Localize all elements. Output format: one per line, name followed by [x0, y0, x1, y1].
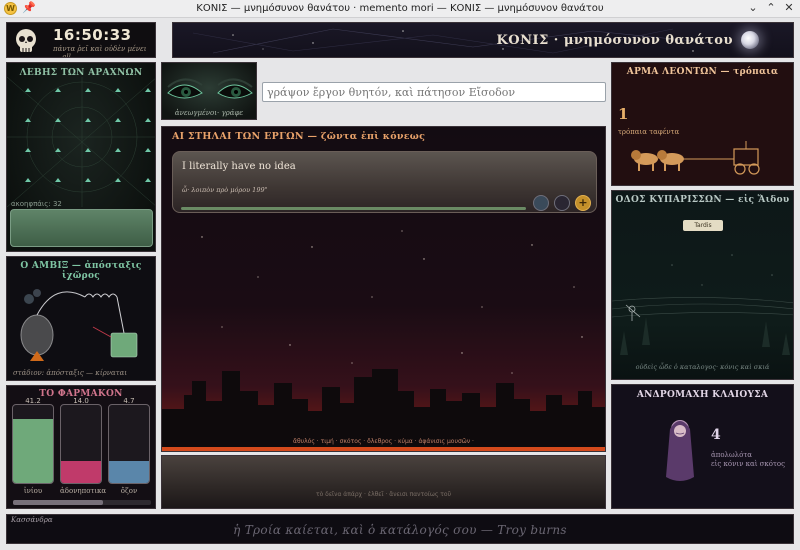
- chevron-down-icon[interactable]: ⌄: [746, 1, 760, 15]
- lost-sublabel: εἰς κόνιν καὶ σκότος: [711, 460, 786, 468]
- chevron-up-icon[interactable]: ⌃: [764, 1, 778, 15]
- eyes-panel: ἀνεωγμένοι· γράφε: [161, 62, 257, 120]
- cauldron-liquid[interactable]: [10, 209, 153, 247]
- hodos-caption: οὐδεὶς ὧδε ὁ καταλογος· κόνις καὶ σκιά: [635, 363, 770, 371]
- stele-meta: ὦ· λοιπὸν πρὸ μόρου 199": [182, 186, 268, 194]
- add-button[interactable]: +: [575, 195, 591, 211]
- vial[interactable]: [12, 404, 54, 484]
- arma-title: ΑΡΜΑ ΛΕΟΝΤΩΝ — τρόπαια: [626, 67, 779, 77]
- clock-time: 16:50:33: [53, 26, 132, 44]
- vial-fill: [61, 460, 101, 483]
- eye-icon: [167, 78, 253, 99]
- spider-count-label: ακοηφπάις: 32: [11, 200, 62, 208]
- window-titlebar: W 📌 ΚΟΝΙΣ — μνημόσυνον θανάτου · memento…: [0, 0, 800, 18]
- stelai-panel: ΑΙ ΣΤΗΛΑΙ ΤΩΝ ΕΡΓΩΝ — ζῶντα ἐπὶ κόνεως I…: [161, 126, 606, 452]
- trophy-label: τρόπαια ταφέντα: [618, 128, 680, 136]
- alembic-illustration: [20, 289, 138, 361]
- moon-icon: [741, 31, 759, 49]
- arma-panel: ΑΡΜΑ ΛΕΟΝΤΩΝ — τρόπαια 1 τρόπαια ταφέντα: [611, 62, 794, 186]
- skull-icon: [16, 29, 36, 52]
- ambix-stage-caption: στάδιον: ἀπόσταξις — κίρναται: [13, 369, 128, 377]
- hodos-title: ΟΔΟΣ ΚΥΠΑΡΙΣΣΩΝ — εἰς Ἅιδου: [615, 195, 790, 205]
- ambix-panel: Ο ΑΜΒΙΞ — ἀπόσταξις ἰχῶρος στάδιον: ἀπόσ…: [6, 256, 156, 381]
- lost-label: ἀπολωλότα: [711, 451, 752, 459]
- lion-chariot-illustration: [631, 141, 760, 175]
- cypress-road-illustration: [612, 254, 793, 355]
- close-icon[interactable]: ✕: [782, 1, 796, 15]
- swirl-button[interactable]: [533, 195, 549, 211]
- app-root: 16:50:33 πάντα ῥεῖ καὶ οὐδὲν μένει — all…: [0, 18, 800, 550]
- pharmakon-panel: ΤΟ ΦΑΡΜΑΚΟΝ 41.2 14.0 4.7 ἰνίου ἀδονηποτ…: [6, 385, 156, 509]
- stele-text: I literally have no idea: [182, 161, 296, 172]
- pharmakon-progress-fill: [13, 500, 103, 505]
- andromache-panel: ΑΝΔΡΟΜΑΧΗ ΚΛΑΙΟΥΣΑ 4 ἀπολωλότα εἰς κόνιν…: [611, 384, 794, 509]
- trophy-count: 1: [618, 105, 629, 123]
- vial-label: ὄζον: [120, 487, 138, 495]
- vial-fill: [13, 419, 53, 483]
- lebes-panel: ΛΕΒΗΣ ΤΩΝ ΑΡΑΧΝΩΝ ακοηφπάις: 32: [6, 62, 156, 252]
- city-caption: ἄθυλός · τιμή · σκότος · ὄλεθρος · κύμα …: [293, 438, 474, 445]
- vial-fill: [109, 460, 149, 483]
- dark-orb-button[interactable]: [554, 195, 570, 211]
- prophecy-text: ἡ Τροία καίεται, καὶ ὁ κατάλογός σου — T…: [233, 523, 567, 537]
- andromache-title: ΑΝΔΡΟΜΑΧΗ ΚΛΑΙΟΥΣΑ: [636, 390, 769, 400]
- cassandra-footer: Κασσάνδρα ἡ Τροία καίεται, καὶ ὁ κατάλογ…: [6, 514, 794, 544]
- vial-label: ἀδονηποτικα: [60, 487, 107, 495]
- vial[interactable]: [60, 404, 102, 484]
- ash-caption: τὸ δεῖνα ἀπάρχ · ἐλθεῖ · ἄνεισι παντοίως…: [315, 491, 452, 498]
- tardis-badge[interactable]: Tardis: [683, 220, 723, 231]
- window-title: ΚΟΝΙΣ — μνημόσυνον θανάτου · memento mor…: [196, 3, 604, 14]
- spider-icons: [25, 88, 151, 182]
- weeping-figure-icon: [666, 420, 694, 481]
- hodos-panel: ΟΔΟΣ ΚΥΠΑΡΙΣΣΩΝ — εἰς Ἅιδου Tardis οὐδεὶ…: [611, 190, 794, 380]
- pharmakon-progress: [13, 500, 151, 505]
- lost-count: 4: [711, 427, 721, 443]
- deed-entry-input[interactable]: [262, 82, 606, 102]
- stele-progress: [181, 207, 526, 210]
- spider-web-grid: [7, 77, 155, 207]
- ash-panel: τὸ δεῖνα ἀπάρχ · ἐλθεῖ · ἄνεισι παντοίως…: [161, 455, 606, 509]
- vial-label: ἰνίου: [23, 487, 43, 495]
- clock-panel: 16:50:33 πάντα ῥεῖ καὶ οὐδὲν μένει — all: [6, 22, 156, 58]
- header-banner: ΚΟΝΙΣ · μνημόσυνον θανάτου: [172, 22, 794, 58]
- app-title: ΚΟΝΙΣ · μνημόσυνον θανάτου: [496, 33, 733, 48]
- clock-motto: πάντα ῥεῖ καὶ οὐδὲν μένει — all: [53, 45, 147, 58]
- vial[interactable]: [108, 404, 150, 484]
- eyes-caption: ἀνεωγμένοι· γράφε: [174, 109, 244, 117]
- deed-stele[interactable]: I literally have no idea ὦ· λοιπὸν πρὸ μ…: [172, 151, 597, 213]
